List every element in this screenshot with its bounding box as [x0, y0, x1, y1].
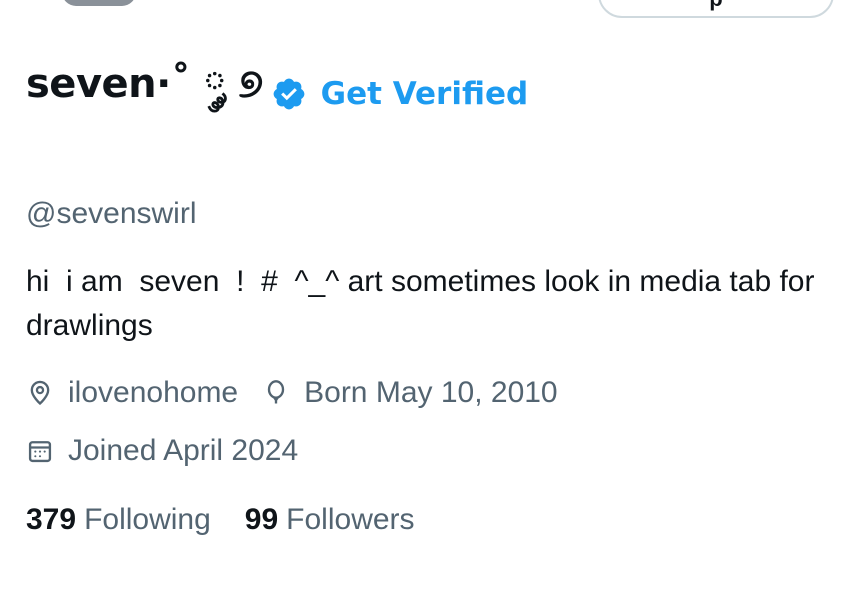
avatar[interactable]	[62, 0, 136, 6]
name-row: seven·˚ ༘ ୭ Get Verified	[26, 61, 529, 124]
calendar-icon	[26, 437, 54, 465]
joined-row: Joined April 2024	[26, 434, 322, 468]
bio: hi i am seven ! # ^_^ art sometimes look…	[26, 265, 823, 342]
get-verified-link[interactable]: Get Verified	[321, 76, 529, 112]
location-text: ilovenohome	[68, 376, 239, 409]
balloon-icon	[262, 379, 290, 407]
following-link[interactable]: 379 Following	[26, 503, 211, 537]
location-item: ilovenohome	[26, 376, 238, 410]
profile-meta-row: ilovenohome Born May 10, 2010	[26, 376, 582, 410]
birthdate-item: Born May 10, 2010	[262, 376, 558, 410]
followers-link[interactable]: 99 Followers	[245, 503, 415, 537]
following-label: Following	[84, 503, 211, 536]
display-name: seven·˚ ༘ ୭	[26, 60, 263, 107]
verified-badge-icon[interactable]	[271, 76, 307, 112]
joined-text: Joined April 2024	[68, 434, 299, 467]
location-pin-icon	[26, 379, 54, 407]
birthdate-text: Born May 10, 2010	[304, 376, 558, 409]
followers-count: 99	[244, 503, 279, 536]
username-handle: @sevenswirl	[26, 197, 197, 230]
follow-stats: 379 Following 99 Followers	[26, 503, 449, 537]
joined-item: Joined April 2024	[26, 434, 298, 468]
edit-profile-button-label: p	[600, 0, 832, 10]
edit-profile-button[interactable]: p	[598, 0, 834, 18]
followers-label: Followers	[286, 503, 415, 536]
following-count: 379	[26, 503, 77, 536]
